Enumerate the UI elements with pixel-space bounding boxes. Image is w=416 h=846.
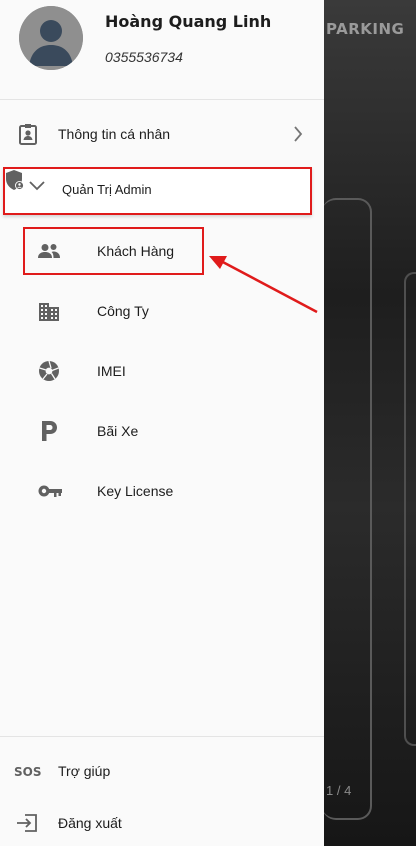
admin-item-label: Công Ty xyxy=(97,303,149,319)
menu-section-admin[interactable]: Quản Trị Admin xyxy=(3,167,312,215)
admin-item-label: Key License xyxy=(97,483,174,499)
admin-section-label: Quản Trị Admin xyxy=(62,182,152,197)
logout-icon xyxy=(15,812,39,834)
menu-item-personal-info[interactable]: Thông tin cá nhân xyxy=(0,114,324,154)
admin-item-label: Khách Hàng xyxy=(97,243,175,259)
admin-item-key-license[interactable]: Key License xyxy=(0,471,324,511)
parking-icon xyxy=(38,420,60,442)
user-name: Hoàng Quang Linh xyxy=(105,12,272,31)
admin-item-parking-lot[interactable]: Bãi Xe xyxy=(0,411,324,451)
svg-text:SOS: SOS xyxy=(14,765,42,778)
menu-item-help[interactable]: SOS Trợ giúp xyxy=(0,752,324,790)
page-counter: 1 / 4 xyxy=(326,783,352,798)
admin-item-label: Bãi Xe xyxy=(97,423,139,439)
people-icon xyxy=(38,240,60,262)
background-card xyxy=(322,198,372,820)
shield-user-icon xyxy=(5,170,29,195)
user-phone: 0355536734 xyxy=(105,49,183,65)
brand-logo-text: PARKING xyxy=(326,20,405,38)
chevron-down-icon xyxy=(29,178,46,195)
building-icon xyxy=(38,300,60,322)
menu-item-logout[interactable]: Đăng xuất xyxy=(0,804,324,842)
divider xyxy=(0,736,324,737)
sos-icon: SOS xyxy=(14,762,42,780)
camera-shutter-icon xyxy=(38,360,60,382)
navigation-drawer: Hoàng Quang Linh 0355536734 Thông tin cá… xyxy=(0,0,324,846)
user-silhouette-icon xyxy=(19,6,83,70)
menu-item-label: Đăng xuất xyxy=(58,815,122,831)
id-badge-icon xyxy=(17,122,39,146)
profile-header: Hoàng Quang Linh 0355536734 xyxy=(0,0,324,100)
admin-item-label: IMEI xyxy=(97,363,126,379)
divider xyxy=(0,99,324,100)
admin-item-imei[interactable]: IMEI xyxy=(0,351,324,391)
annotation-arrow-icon xyxy=(209,256,318,314)
chevron-right-icon xyxy=(290,125,306,143)
background-card-next xyxy=(404,272,416,746)
menu-item-label: Trợ giúp xyxy=(58,763,111,779)
avatar[interactable] xyxy=(19,6,83,70)
key-icon xyxy=(38,480,62,502)
menu-item-label: Thông tin cá nhân xyxy=(58,126,171,142)
